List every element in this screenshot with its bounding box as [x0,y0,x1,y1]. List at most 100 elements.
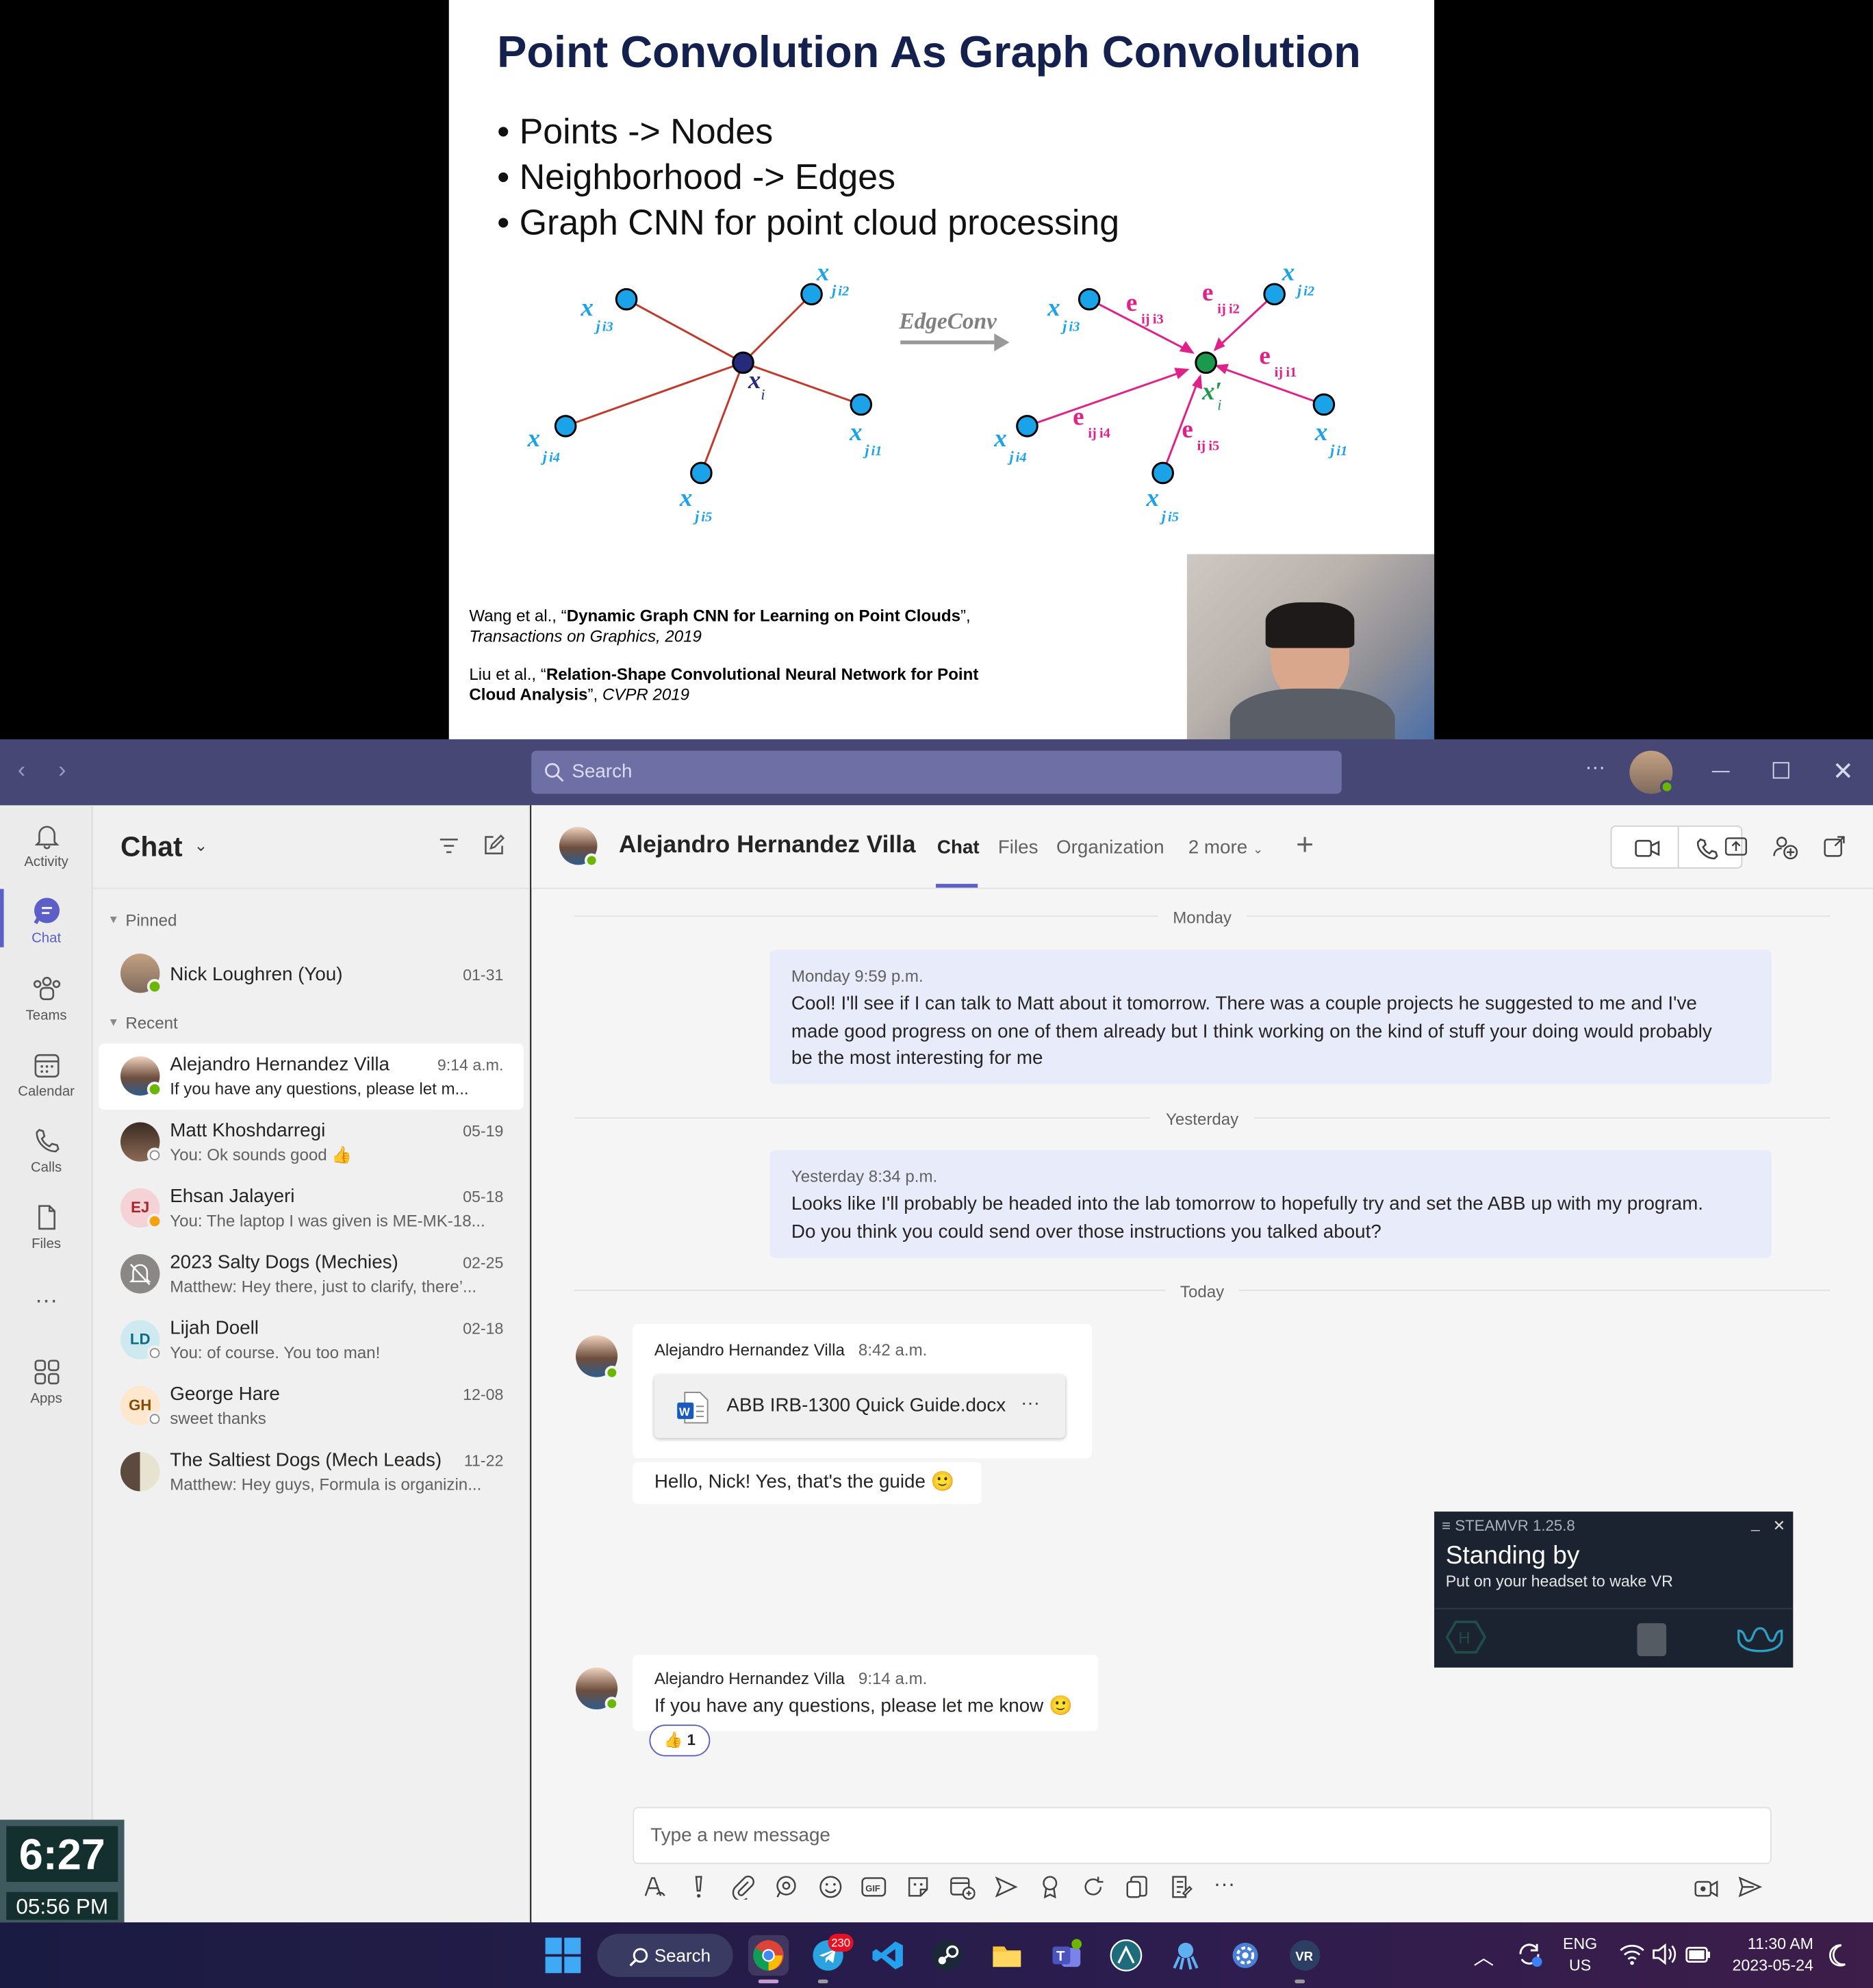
my-message[interactable]: Monday 9:59 p.m. Cool! I'll see if I can… [769,950,1772,1084]
vscode-icon[interactable] [867,1935,908,1976]
file-explorer-icon[interactable] [986,1935,1027,1976]
my-message[interactable]: Yesterday 8:34 p.m. Looks like I'll prob… [769,1150,1772,1258]
chat-item[interactable]: 2023 Salty Dogs (Mechies) Matthew: Hey t… [99,1241,524,1307]
filter-icon[interactable] [439,836,459,856]
stream-icon[interactable] [993,1874,1018,1900]
file-more-icon[interactable]: ··· [1021,1392,1040,1414]
video-clip-icon[interactable] [1694,1874,1720,1900]
send-icon[interactable] [1737,1874,1763,1900]
close-icon[interactable]: ✕ [1773,1516,1786,1534]
rail-calls[interactable]: Calls [0,1126,92,1175]
received-message[interactable]: Alejandro Hernandez Villa 8:42 a.m. W AB… [633,1323,1092,1459]
gif-icon[interactable]: GIF [861,1874,887,1900]
battery-icon[interactable] [1684,1943,1712,1965]
slide-bullet-3: • Graph CNN for point cloud processing [497,203,1120,242]
new-chat-icon[interactable] [483,834,505,856]
chat-item-name: George Hare [170,1383,280,1405]
steam-icon[interactable] [927,1935,967,1976]
taskbar-clock[interactable]: 11:30 AM 2023-05-24 [1720,1934,1813,1977]
back-arrow-icon[interactable]: ‹ [18,757,25,784]
tab-organization[interactable]: Organization [1056,837,1164,858]
search-placeholder: Search [572,761,633,782]
priority-icon[interactable] [686,1874,711,1900]
chat-item[interactable]: Matt Khoshdarregi You: Ok sounds good 👍 … [99,1110,524,1175]
pinned-label[interactable]: Pinned [125,910,177,930]
add-tab-icon[interactable]: + [1296,828,1314,864]
video-call-icon[interactable] [1635,838,1660,858]
rail-more-icon[interactable]: ··· [0,1287,92,1314]
pop-out-icon[interactable] [1824,836,1845,857]
loop-refresh-icon[interactable] [1080,1874,1106,1900]
thumbs-up-icon: 👍 [663,1731,683,1749]
restore-icon[interactable] [1772,762,1789,779]
chevron-down-icon[interactable]: ⌄ [194,836,207,856]
language-indicator[interactable]: ENG US [1559,1934,1602,1977]
recent-label[interactable]: Recent [125,1013,177,1032]
teams-icon [32,976,60,1000]
attach-icon[interactable] [730,1874,756,1900]
day-label: Today [1164,1282,1240,1301]
audio-call-icon[interactable] [1696,837,1718,860]
chat-item[interactable]: GH George Hare sweet thanks 12-08 [99,1373,524,1439]
svg-text:x: x [1314,418,1328,446]
forward-arrow-icon[interactable]: › [58,757,66,784]
praise-icon[interactable] [1037,1874,1062,1900]
chat-item-active[interactable]: Alejandro Hernandez Villa If you have an… [99,1043,524,1110]
file-attachment[interactable]: W ABB IRB-1300 Quick Guide.docx ··· [654,1375,1066,1438]
received-message[interactable]: Hello, Nick! Yes, that's the guide 🙂 [633,1462,982,1504]
settings-gear-icon[interactable] [1225,1935,1265,1976]
caret-down-icon[interactable]: ▼ [107,1016,119,1029]
rail-apps[interactable]: Apps [0,1357,92,1406]
svg-text:i5: i5 [701,509,712,524]
rail-calendar[interactable]: Calendar [0,1050,92,1099]
emoji-icon[interactable] [818,1874,843,1900]
steamvr-app-icon[interactable]: VR [1284,1935,1325,1976]
search-input[interactable]: Search [531,750,1342,794]
caret-down-icon[interactable]: ▼ [107,913,119,926]
rail-files[interactable]: Files [0,1202,92,1251]
wifi-icon[interactable] [1620,1943,1645,1965]
steamvr-status-window[interactable]: ≡ STEAMVR 1.25.8 _ ✕ Standing by Put on … [1434,1512,1794,1668]
reaction-chip[interactable]: 👍 1 [649,1724,711,1757]
chat-item-pinned[interactable]: Nick Loughren (You) 01-31 [99,941,524,1006]
teams-app-icon[interactable]: T [1046,1935,1086,1976]
notifications-moon-icon[interactable] [1826,1944,1848,1967]
tab-files[interactable]: Files [998,837,1039,858]
file-name: ABB IRB-1300 Quick Guide.docx [726,1394,1006,1417]
tab-chat[interactable]: Chat [937,837,980,858]
more-options-icon[interactable]: ··· [1585,757,1606,780]
schedule-meeting-icon[interactable] [950,1874,976,1900]
headset-icon: H [1445,1620,1487,1654]
more-actions-icon[interactable]: ··· [1214,1872,1235,1897]
close-icon[interactable]: ✕ [1833,756,1854,787]
volume-icon[interactable] [1651,1943,1677,1965]
taskbar-search[interactable]: Search [597,1933,733,1977]
arduino-icon[interactable] [1106,1935,1146,1976]
rail-teams[interactable]: Teams [0,974,92,1023]
onedrive-sync-icon[interactable] [1516,1940,1544,1968]
rail-chat[interactable]: Chat [0,897,92,946]
chat-item[interactable]: The Saltiest Dogs (Mech Leads) Matthew: … [99,1439,524,1505]
approvals-icon[interactable] [1125,1874,1150,1900]
share-screen-icon[interactable] [1724,837,1747,858]
chevron-up-icon[interactable]: ︿ [1473,1940,1494,1970]
rail-activity[interactable]: Activity [0,821,92,870]
loop-icon[interactable] [774,1874,799,1900]
minimize-icon[interactable] [1711,771,1730,773]
forms-icon[interactable] [1168,1874,1193,1900]
received-message[interactable]: Alejandro Hernandez Villa 9:14 a.m. If y… [633,1655,1099,1731]
minimize-icon[interactable]: _ [1751,1514,1759,1532]
chat-item[interactable]: LD Lijah Doell You: of course. You too m… [99,1308,524,1373]
message-body: If you have any questions, please let me… [654,1695,1073,1718]
message-composer[interactable]: Type a new message [633,1807,1772,1865]
add-people-icon[interactable] [1773,834,1798,860]
sticker-icon[interactable] [906,1874,931,1900]
format-icon[interactable] [641,1874,667,1900]
windows-start-icon[interactable] [545,1937,581,1974]
chat-list-title[interactable]: Chat [120,830,183,863]
chat-item-name: Matt Khoshdarregi [170,1119,326,1142]
chat-item[interactable]: EJ Ehsan Jalayeri You: The laptop I was … [99,1175,524,1241]
chrome-icon[interactable] [748,1935,789,1976]
octopus-app-icon[interactable] [1165,1935,1206,1976]
tab-more[interactable]: 2 more ⌄ [1188,837,1264,858]
